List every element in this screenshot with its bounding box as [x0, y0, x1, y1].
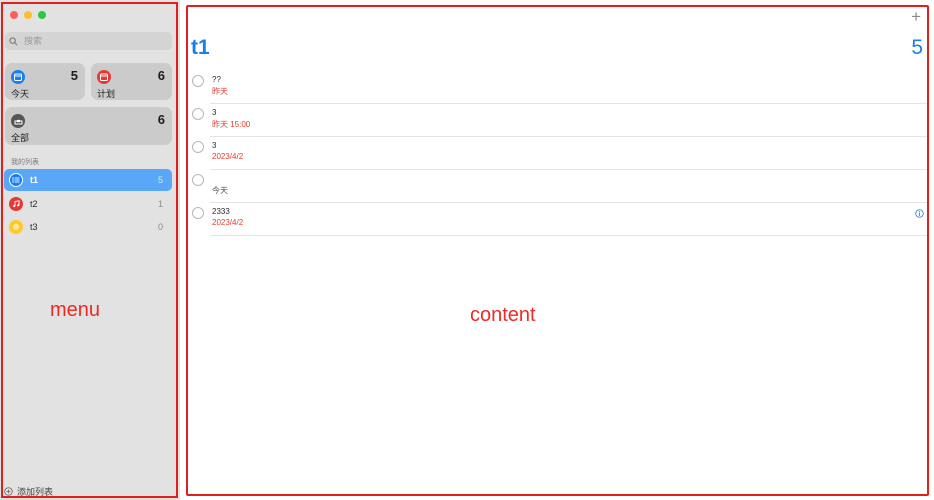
maximize-window-button[interactable]	[38, 11, 46, 19]
minimize-window-button[interactable]	[24, 11, 32, 19]
smart-list-today[interactable]: 5 今天	[5, 63, 85, 100]
sidebar: 5 今天 6 计划 6 全部 我的列表 t1 5 t2 1	[0, 0, 180, 500]
smart-list-label: 今天	[11, 89, 30, 99]
reminder-checkbox[interactable]	[192, 141, 204, 153]
content-panel: + t1 5 ?? 昨天 3 昨天 15:00 3 2023/4/2 今天 23…	[186, 5, 929, 496]
list-name: t1	[30, 175, 39, 185]
my-lists-section-title: 我的列表	[11, 159, 39, 166]
close-window-button[interactable]	[10, 11, 18, 19]
list-name: t2	[30, 199, 38, 209]
tray-icon	[11, 114, 25, 128]
smart-list-label: 全部	[11, 133, 30, 143]
smart-list-label: 计划	[97, 89, 116, 99]
music-note-icon	[9, 197, 23, 211]
search-field[interactable]	[5, 32, 172, 50]
reminder-checkbox[interactable]	[192, 207, 204, 219]
reminder-row[interactable]: 3 2023/4/2	[188, 137, 927, 170]
content-annotation-label: content	[470, 304, 536, 326]
smart-list-count: 6	[157, 68, 165, 83]
reminder-title[interactable]: 3	[212, 141, 216, 150]
list-count: 5	[157, 175, 163, 185]
reminder-checkbox[interactable]	[192, 174, 204, 186]
calendar-scheduled-icon	[97, 70, 111, 84]
reminder-row[interactable]: 今天	[188, 170, 927, 203]
reminder-date: 2023/4/2	[212, 218, 244, 227]
calendar-today-icon	[11, 70, 25, 84]
smart-list-count: 5	[70, 68, 78, 83]
info-icon[interactable]	[915, 209, 924, 218]
list-count: 1	[157, 199, 163, 209]
list-count: 0	[157, 222, 163, 232]
smart-list-scheduled[interactable]: 6 计划	[91, 63, 172, 100]
plus-circle-icon	[4, 487, 13, 496]
reminder-date: 昨天 15:00	[212, 120, 251, 129]
list-bullet-icon	[9, 173, 23, 187]
add-reminder-button[interactable]: +	[911, 8, 921, 26]
reminder-checkbox[interactable]	[192, 108, 204, 120]
reminder-row[interactable]: 3 昨天 15:00	[188, 104, 927, 137]
smart-list-all[interactable]: 6 全部	[5, 107, 172, 145]
search-input[interactable]	[22, 35, 166, 47]
reminder-title[interactable]: 3	[212, 108, 216, 117]
reminder-title[interactable]: ??	[212, 75, 221, 84]
menu-annotation-label: menu	[50, 299, 101, 321]
add-list-label: 添加列表	[17, 487, 54, 497]
page-title: t1	[191, 36, 210, 59]
list-name: t3	[30, 222, 38, 232]
circle-icon	[9, 220, 23, 234]
reminder-row[interactable]: ?? 昨天	[188, 71, 927, 104]
divider	[210, 235, 927, 236]
reminder-row[interactable]: 2333 2023/4/2	[188, 203, 927, 236]
reminder-title[interactable]: 2333	[212, 207, 230, 216]
reminder-date: 今天	[212, 186, 228, 195]
reminder-count: 5	[911, 36, 923, 59]
smart-list-count: 6	[157, 112, 165, 127]
sidebar-list-t3[interactable]: t3 0	[4, 216, 172, 238]
reminder-checkbox[interactable]	[192, 75, 204, 87]
reminder-date: 昨天	[212, 87, 228, 96]
reminder-date: 2023/4/2	[212, 152, 244, 161]
add-list-button[interactable]: 添加列表	[4, 485, 53, 498]
window-controls	[10, 11, 46, 19]
search-icon	[9, 36, 18, 45]
sidebar-list-t1[interactable]: t1 5	[4, 169, 172, 191]
sidebar-list-t2[interactable]: t2 1	[4, 193, 172, 215]
